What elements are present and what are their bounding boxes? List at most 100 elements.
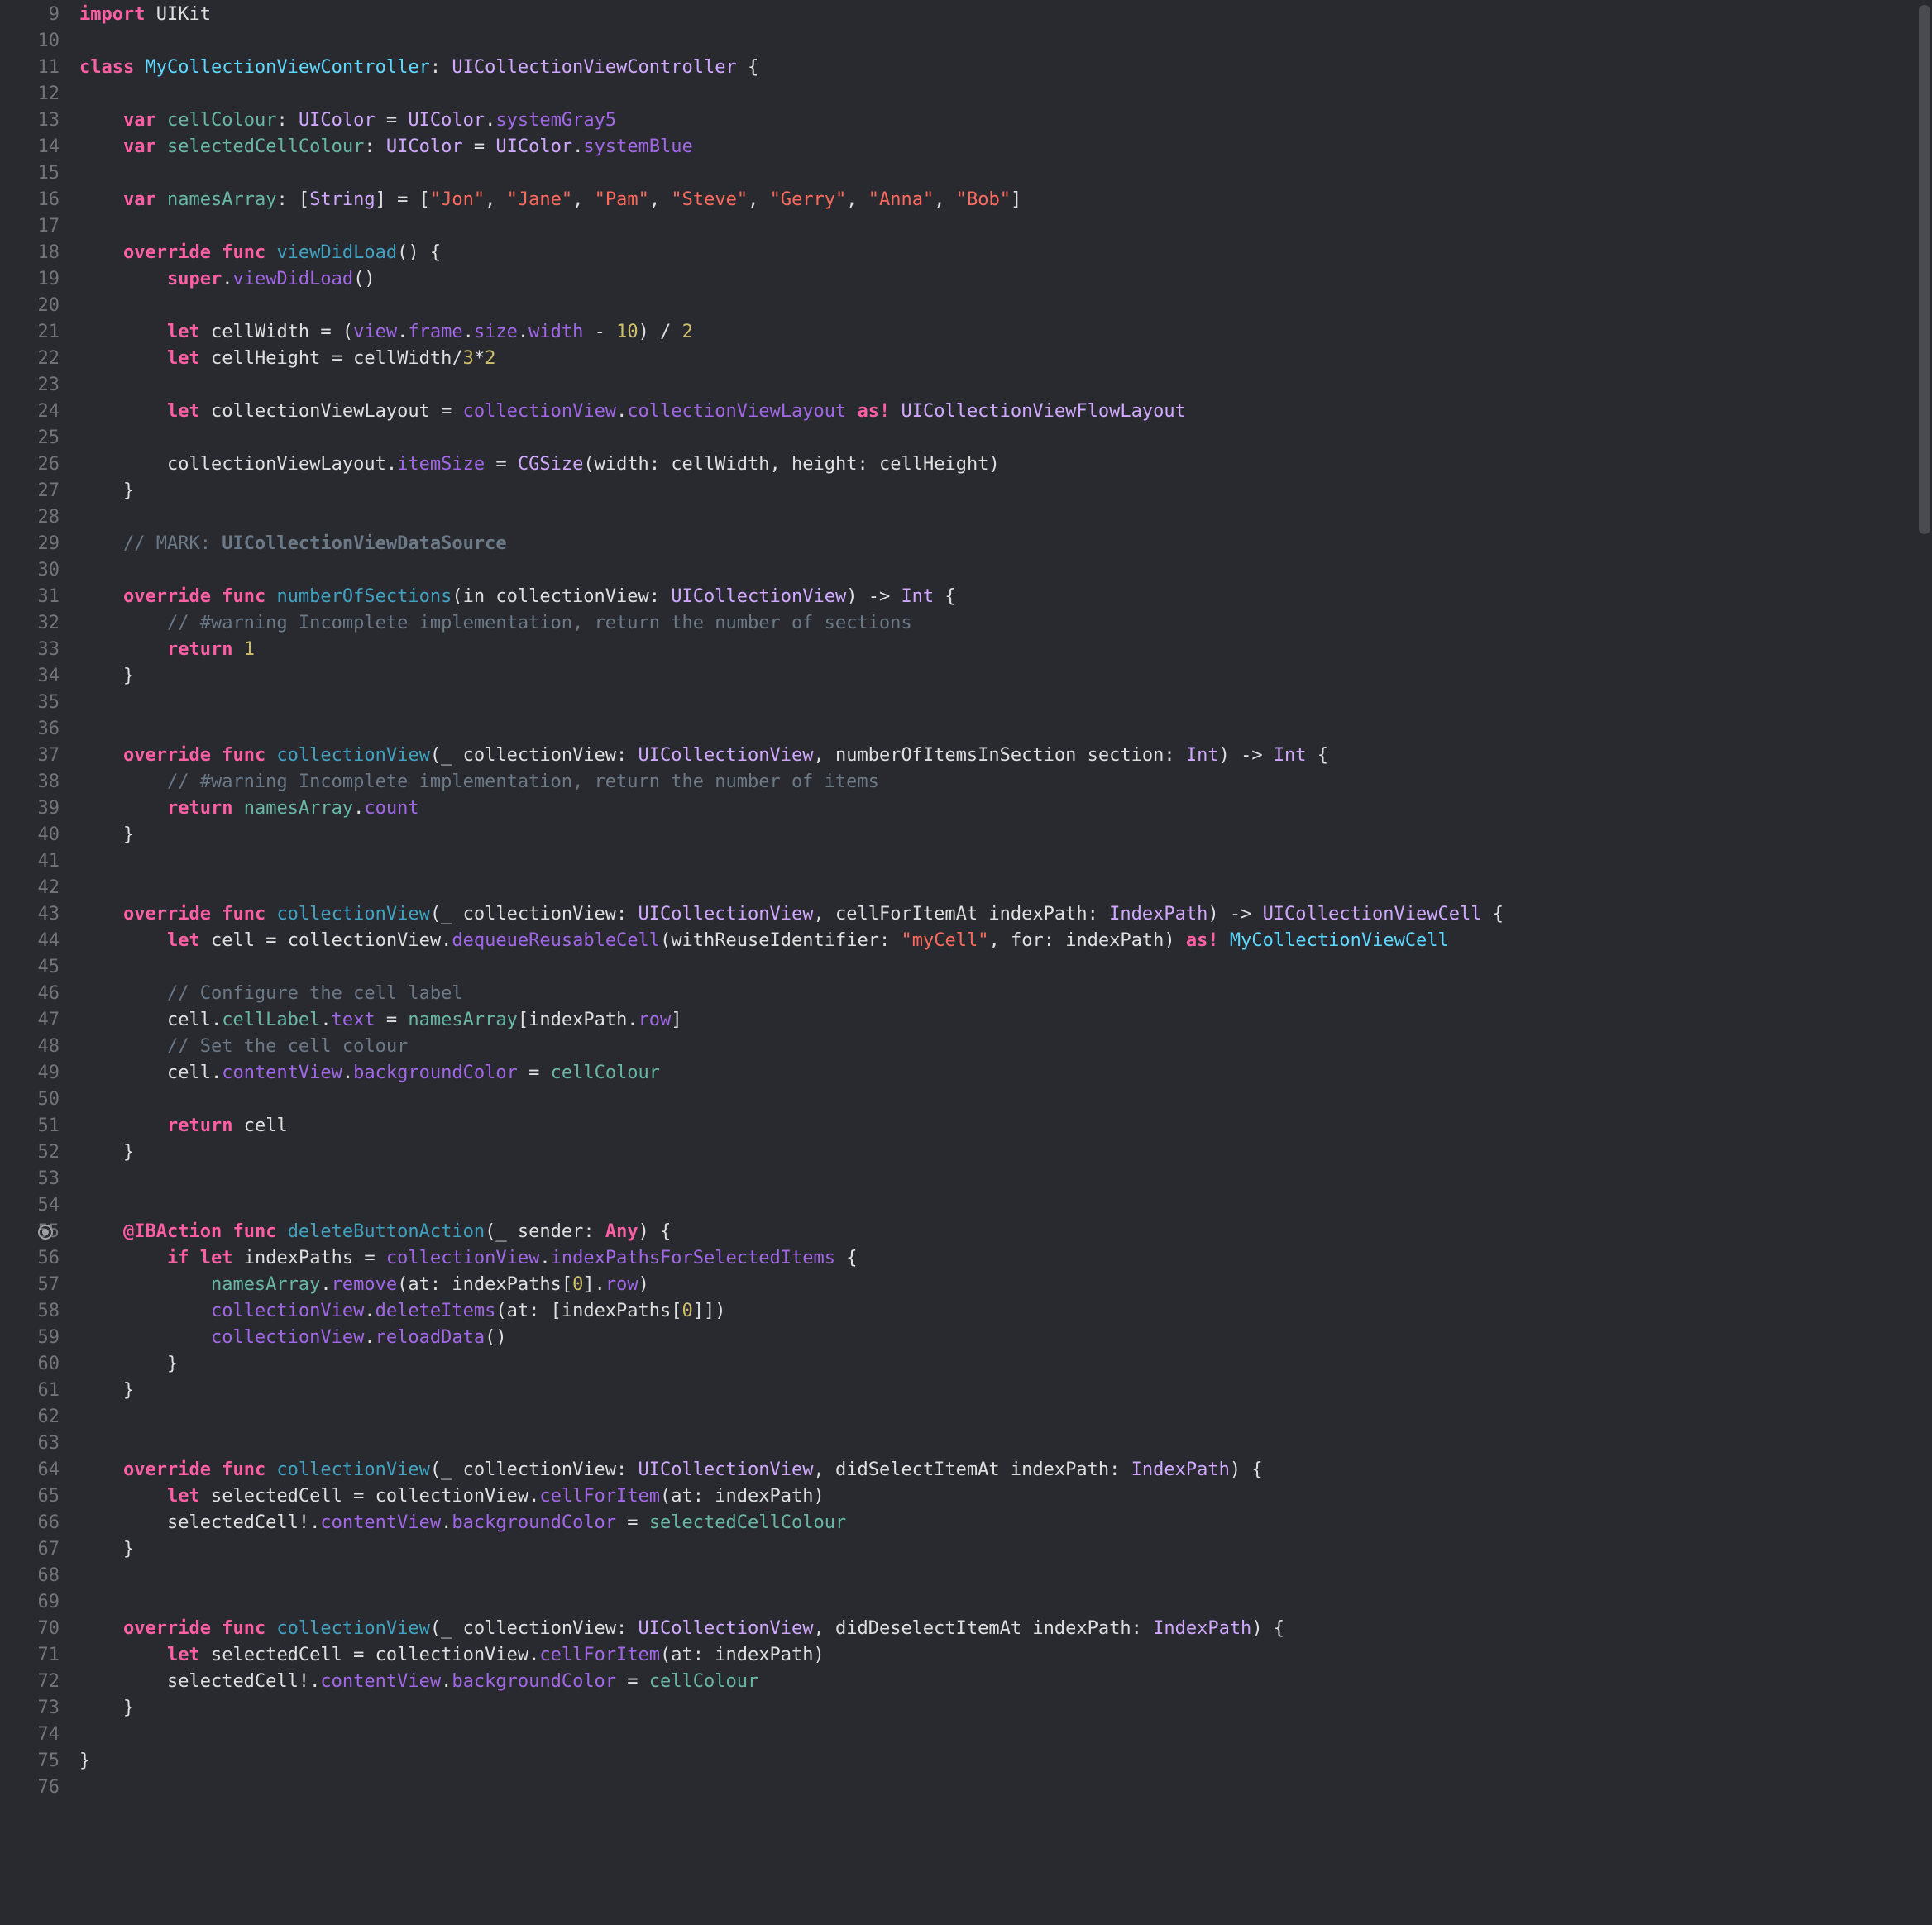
code-line[interactable]: override func collectionView(_ collectio… [79, 743, 1932, 769]
code-line[interactable]: let selectedCell = collectionView.cellFo… [79, 1483, 1932, 1510]
vertical-scrollbar[interactable] [1919, 5, 1930, 534]
code-line[interactable]: let cell = collectionView.dequeueReusabl… [79, 928, 1932, 954]
line-number: 62 [0, 1404, 73, 1431]
line-number: 48 [0, 1034, 73, 1060]
code-line[interactable]: } [79, 1139, 1932, 1166]
code-line[interactable]: @IBAction func deleteButtonAction(_ send… [79, 1219, 1932, 1245]
line-number: 18 [0, 240, 73, 266]
code-line[interactable]: selectedCell!.contentView.backgroundColo… [79, 1669, 1932, 1695]
code-line[interactable]: cell.contentView.backgroundColor = cellC… [79, 1060, 1932, 1087]
code-line[interactable]: // Configure the cell label [79, 981, 1932, 1007]
code-line[interactable]: } [79, 1748, 1932, 1775]
code-line[interactable]: return cell [79, 1113, 1932, 1139]
code-line[interactable]: collectionView.deleteItems(at: [indexPat… [79, 1298, 1932, 1325]
code-line[interactable] [79, 1722, 1932, 1748]
code-line[interactable] [79, 1087, 1932, 1113]
code-line[interactable]: } [79, 1536, 1932, 1563]
code-line[interactable]: } [79, 478, 1932, 504]
code-line[interactable] [79, 557, 1932, 584]
code-line[interactable]: let collectionViewLayout = collectionVie… [79, 399, 1932, 425]
code-line[interactable] [79, 1775, 1932, 1801]
code-line[interactable] [79, 213, 1932, 240]
line-number: 42 [0, 875, 73, 901]
code-line[interactable]: let cellWidth = (view.frame.size.width -… [79, 319, 1932, 346]
code-line[interactable] [79, 690, 1932, 716]
breakpoint-icon[interactable] [38, 1225, 53, 1240]
line-number: 49 [0, 1060, 73, 1087]
line-number: 34 [0, 663, 73, 690]
code-editor[interactable]: 9101112131415161718192021222324252627282… [0, 0, 1932, 1925]
line-number: 65 [0, 1483, 73, 1510]
line-number: 50 [0, 1087, 73, 1113]
code-line[interactable] [79, 848, 1932, 875]
line-number: 14 [0, 134, 73, 160]
code-line[interactable]: cell.cellLabel.text = namesArray[indexPa… [79, 1007, 1932, 1034]
code-line[interactable]: let selectedCell = collectionView.cellFo… [79, 1642, 1932, 1669]
code-line[interactable]: selectedCell!.contentView.backgroundColo… [79, 1510, 1932, 1536]
line-number: 19 [0, 266, 73, 293]
code-line[interactable] [79, 293, 1932, 319]
code-line[interactable]: // #warning Incomplete implementation, r… [79, 769, 1932, 795]
line-number: 53 [0, 1166, 73, 1192]
code-line[interactable]: override func collectionView(_ collectio… [79, 1616, 1932, 1642]
code-line[interactable] [79, 1166, 1932, 1192]
code-line[interactable] [79, 1404, 1932, 1431]
code-line[interactable]: } [79, 1695, 1932, 1722]
line-number: 35 [0, 690, 73, 716]
code-line[interactable]: } [79, 1351, 1932, 1378]
code-line[interactable]: override func viewDidLoad() { [79, 240, 1932, 266]
code-line[interactable]: // MARK: UICollectionViewDataSource [79, 531, 1932, 557]
line-number: 71 [0, 1642, 73, 1669]
line-number: 17 [0, 213, 73, 240]
code-line[interactable]: collectionView.reloadData() [79, 1325, 1932, 1351]
line-number: 41 [0, 848, 73, 875]
code-line[interactable] [79, 81, 1932, 107]
line-number: 40 [0, 822, 73, 848]
code-line[interactable] [79, 425, 1932, 451]
code-line[interactable]: if let indexPaths = collectionView.index… [79, 1245, 1932, 1272]
line-number: 27 [0, 478, 73, 504]
code-line[interactable]: var cellColour: UIColor = UIColor.system… [79, 107, 1932, 134]
code-line[interactable] [79, 372, 1932, 399]
code-line[interactable]: super.viewDidLoad() [79, 266, 1932, 293]
code-line[interactable] [79, 875, 1932, 901]
line-number: 20 [0, 293, 73, 319]
code-area[interactable]: import UIKit class MyCollectionViewContr… [73, 0, 1932, 1925]
code-line[interactable] [79, 1431, 1932, 1457]
line-number: 58 [0, 1298, 73, 1325]
code-line[interactable]: class MyCollectionViewController: UIColl… [79, 55, 1932, 81]
line-number: 76 [0, 1775, 73, 1801]
code-line[interactable]: let cellHeight = cellWidth/3*2 [79, 346, 1932, 372]
code-line[interactable] [79, 160, 1932, 187]
code-line[interactable]: } [79, 663, 1932, 690]
line-number: 52 [0, 1139, 73, 1166]
line-number: 32 [0, 610, 73, 637]
line-number: 24 [0, 399, 73, 425]
code-line[interactable]: // #warning Incomplete implementation, r… [79, 610, 1932, 637]
code-line[interactable] [79, 28, 1932, 55]
line-number: 73 [0, 1695, 73, 1722]
code-line[interactable] [79, 1563, 1932, 1589]
code-line[interactable]: // Set the cell colour [79, 1034, 1932, 1060]
code-line[interactable]: override func numberOfSections(in collec… [79, 584, 1932, 610]
line-number: 74 [0, 1722, 73, 1748]
line-number-gutter: 9101112131415161718192021222324252627282… [0, 0, 73, 1925]
code-line[interactable] [79, 1192, 1932, 1219]
code-line[interactable]: import UIKit [79, 2, 1932, 28]
code-line[interactable] [79, 716, 1932, 743]
code-line[interactable]: namesArray.remove(at: indexPaths[0].row) [79, 1272, 1932, 1298]
code-line[interactable]: override func collectionView(_ collectio… [79, 901, 1932, 928]
code-line[interactable] [79, 504, 1932, 531]
code-line[interactable]: var selectedCellColour: UIColor = UIColo… [79, 134, 1932, 160]
code-line[interactable] [79, 1589, 1932, 1616]
code-line[interactable] [79, 954, 1932, 981]
code-line[interactable]: return namesArray.count [79, 795, 1932, 822]
line-number: 29 [0, 531, 73, 557]
code-line[interactable]: var namesArray: [String] = ["Jon", "Jane… [79, 187, 1932, 213]
code-line[interactable]: } [79, 1378, 1932, 1404]
code-line[interactable]: override func collectionView(_ collectio… [79, 1457, 1932, 1483]
code-line[interactable]: } [79, 822, 1932, 848]
line-number: 55 [0, 1219, 73, 1245]
code-line[interactable]: collectionViewLayout.itemSize = CGSize(w… [79, 451, 1932, 478]
code-line[interactable]: return 1 [79, 637, 1932, 663]
